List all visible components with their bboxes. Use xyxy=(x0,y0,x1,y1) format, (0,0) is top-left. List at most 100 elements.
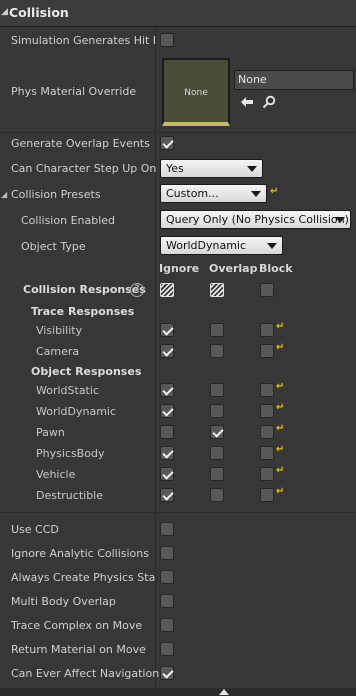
visibility-ignore-checkbox[interactable] xyxy=(160,323,174,337)
worldstatic-ignore-checkbox[interactable] xyxy=(160,383,174,397)
channel-label: Visibility xyxy=(36,324,83,337)
phys-mat-label: Phys Material Override xyxy=(11,85,137,98)
worldstatic-block-checkbox[interactable] xyxy=(260,383,274,397)
channel-label: WorldStatic xyxy=(36,384,99,397)
use-selected-arrow-icon[interactable] xyxy=(240,96,254,108)
trace-responses-label: Trace Responses xyxy=(31,305,135,318)
multi-body-label: Multi Body Overlap xyxy=(11,595,116,608)
camera-overlap-checkbox[interactable] xyxy=(210,344,224,358)
ignore-column-header: Ignore xyxy=(159,262,200,275)
ignore-analytic-checkbox[interactable] xyxy=(160,546,174,560)
reset-to-default-icon[interactable]: ↵ xyxy=(276,465,284,476)
object-type-dropdown[interactable]: WorldDynamic xyxy=(160,236,283,255)
overlap-column-header: Overlap xyxy=(209,262,258,275)
reset-to-default-icon[interactable]: ↵ xyxy=(276,342,284,353)
pawn-overlap-checkbox[interactable] xyxy=(210,425,224,439)
trace-complex-label: Trace Complex on Move xyxy=(11,619,143,632)
vehicle-ignore-checkbox[interactable] xyxy=(160,467,174,481)
material-thumbnail[interactable]: None xyxy=(162,58,230,126)
step-up-value: Yes xyxy=(166,162,184,175)
collision-enabled-value: Query Only (No Physics Collision) xyxy=(166,213,349,226)
reset-to-default-icon[interactable]: ↵ xyxy=(276,381,284,392)
material-name-field[interactable]: None xyxy=(234,70,354,90)
chevron-down-icon xyxy=(247,166,257,172)
object-type-label: Object Type xyxy=(21,240,86,253)
responses-overlap-all-checkbox[interactable] xyxy=(210,283,224,297)
trace-complex-checkbox[interactable] xyxy=(160,618,174,632)
presets-value: Custom... xyxy=(166,187,219,200)
chevron-down-icon xyxy=(251,191,261,197)
sim-hit-label: Simulation Generates Hit Events xyxy=(11,34,155,47)
presets-label: Collision Presets xyxy=(11,188,101,201)
channel-label: Camera xyxy=(36,345,80,358)
collision-enabled-label: Collision Enabled xyxy=(21,214,116,227)
use-ccd-label: Use CCD xyxy=(11,523,59,536)
collision-enabled-dropdown[interactable]: Query Only (No Physics Collision) xyxy=(160,210,351,229)
overlap-events-checkbox[interactable] xyxy=(160,136,174,150)
reset-to-default-icon[interactable]: ↵ xyxy=(276,423,284,434)
camera-block-checkbox[interactable] xyxy=(260,344,274,358)
visibility-overlap-checkbox[interactable] xyxy=(210,323,224,337)
destructible-ignore-checkbox[interactable] xyxy=(160,488,174,502)
channel-label: Destructible xyxy=(36,489,103,502)
destructible-overlap-checkbox[interactable] xyxy=(210,488,224,502)
section-title: Collision xyxy=(9,5,69,20)
channel-label: WorldDynamic xyxy=(36,405,117,418)
row-separator xyxy=(0,132,356,133)
return-material-label: Return Material on Move xyxy=(11,643,146,656)
material-thumb-label: None xyxy=(184,88,208,98)
channel-label: Vehicle xyxy=(36,468,76,481)
block-column-header: Block xyxy=(259,262,293,275)
column-divider[interactable] xyxy=(155,27,156,696)
chevron-down-icon xyxy=(335,217,345,223)
reset-to-default-icon[interactable]: ↵ xyxy=(276,321,284,332)
object-responses-label: Object Responses xyxy=(31,365,142,378)
physicsbody-ignore-checkbox[interactable] xyxy=(160,446,174,460)
channel-label: Pawn xyxy=(36,426,65,439)
collision-responses-label: Collision Responses xyxy=(23,283,146,296)
step-up-label: Can Character Step Up On xyxy=(11,162,157,175)
always-create-checkbox[interactable] xyxy=(160,570,174,584)
responses-block-all-checkbox[interactable] xyxy=(260,283,274,297)
object-type-value: WorldDynamic xyxy=(166,239,247,252)
channel-label: PhysicsBody xyxy=(36,447,105,460)
pawn-block-checkbox[interactable] xyxy=(260,425,274,439)
visibility-block-checkbox[interactable] xyxy=(260,323,274,337)
reset-to-default-icon[interactable]: ↵ xyxy=(276,402,284,413)
destructible-block-checkbox[interactable] xyxy=(260,488,274,502)
help-icon[interactable]: ? xyxy=(130,283,144,297)
reset-to-default-icon[interactable]: ↵ xyxy=(270,186,278,197)
worlddynamic-ignore-checkbox[interactable] xyxy=(160,404,174,418)
vehicle-block-checkbox[interactable] xyxy=(260,467,274,481)
collapse-arrow-icon[interactable]: ◢ xyxy=(1,7,8,17)
vehicle-overlap-checkbox[interactable] xyxy=(210,467,224,481)
physicsbody-overlap-checkbox[interactable] xyxy=(210,446,224,460)
worldstatic-overlap-checkbox[interactable] xyxy=(210,383,224,397)
camera-ignore-checkbox[interactable] xyxy=(160,344,174,358)
reset-to-default-icon[interactable]: ↵ xyxy=(276,486,284,497)
chevron-down-icon xyxy=(267,243,277,249)
pawn-ignore-checkbox[interactable] xyxy=(160,425,174,439)
browse-magnifier-icon[interactable] xyxy=(262,95,276,109)
affect-nav-label: Can Ever Affect Navigation xyxy=(11,667,160,680)
always-create-label: Always Create Physics State xyxy=(11,571,155,584)
expand-advanced-icon[interactable] xyxy=(219,689,229,695)
presets-dropdown[interactable]: Custom... xyxy=(160,184,267,203)
use-ccd-checkbox[interactable] xyxy=(160,522,174,536)
reset-to-default-icon[interactable]: ↵ xyxy=(276,444,284,455)
return-material-checkbox[interactable] xyxy=(160,642,174,656)
collision-section-header[interactable]: ◢ Collision xyxy=(0,0,356,27)
ignore-analytic-label: Ignore Analytic Collisions xyxy=(11,547,149,560)
overlap-events-label: Generate Overlap Events xyxy=(11,137,150,150)
panel-footer xyxy=(0,688,356,696)
responses-ignore-all-checkbox[interactable] xyxy=(160,283,174,297)
affect-nav-checkbox[interactable] xyxy=(160,666,174,680)
sim-hit-checkbox[interactable] xyxy=(160,33,174,47)
worlddynamic-block-checkbox[interactable] xyxy=(260,404,274,418)
presets-collapse-icon[interactable]: ◢ xyxy=(1,190,7,199)
section-separator xyxy=(0,512,356,513)
step-up-dropdown[interactable]: Yes xyxy=(160,159,263,178)
worlddynamic-overlap-checkbox[interactable] xyxy=(210,404,224,418)
multi-body-checkbox[interactable] xyxy=(160,594,174,608)
physicsbody-block-checkbox[interactable] xyxy=(260,446,274,460)
